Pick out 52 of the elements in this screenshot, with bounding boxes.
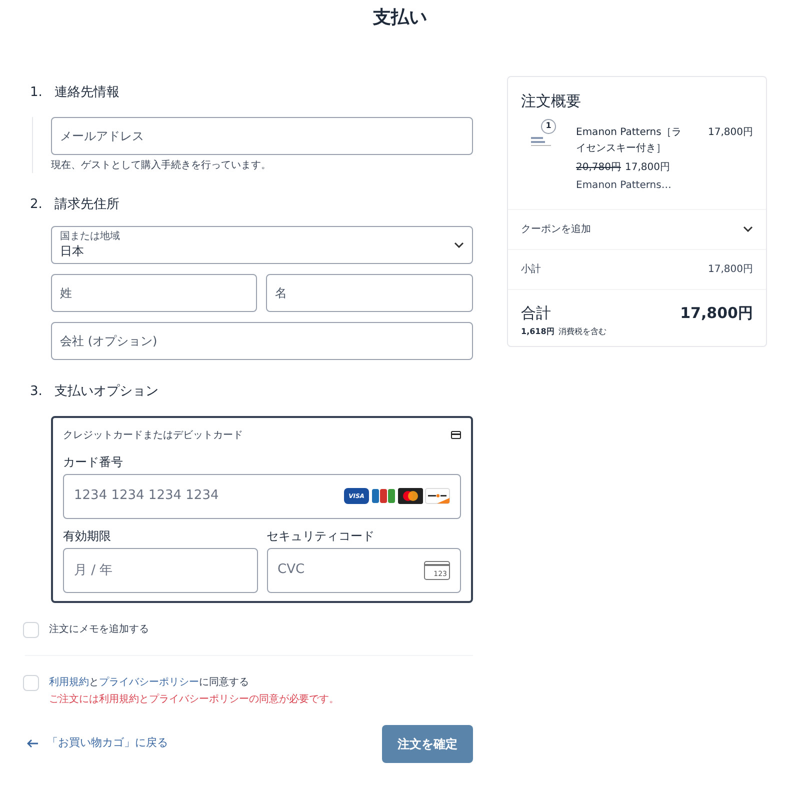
- card-number-label: カード番号: [63, 454, 124, 470]
- original-price: 20,780円: [576, 160, 621, 174]
- security-code-label: セキュリティコード: [266, 528, 376, 544]
- policy-link[interactable]: 利用規約: [49, 676, 89, 688]
- email-field[interactable]: メールアドレス: [51, 116, 473, 154]
- section-heading: 請求先住所: [54, 196, 120, 214]
- arrow-left-icon: [27, 739, 39, 748]
- total-label: 合計: [521, 302, 551, 324]
- payment-method-label: クレジットカードまたはデビットカード: [63, 428, 243, 442]
- summary-title: 注文概要: [521, 91, 582, 112]
- coupon-toggle[interactable]: クーポンを追加: [508, 208, 766, 248]
- step-number: 1.: [30, 84, 42, 102]
- policy-link[interactable]: プライバシーポリシー: [99, 676, 199, 688]
- subtotal-label: 小計: [521, 262, 541, 276]
- cvc-placeholder: CVC: [278, 561, 305, 580]
- first-name-field[interactable]: 名: [266, 274, 473, 312]
- checkbox[interactable]: [23, 674, 39, 690]
- country-label: 国または地域: [60, 231, 120, 244]
- back-to-cart-link[interactable]: 「お買い物カゴ」に戻る: [27, 735, 168, 752]
- total-value: 17,800円: [680, 302, 753, 324]
- line-total: 17,800円: [708, 126, 753, 140]
- terms-error: ご注文には利用規約とプライバシーポリシーの同意が必要です。: [49, 692, 339, 706]
- order-note-label: 注文にメモを追加する: [49, 622, 149, 637]
- terms-agreement: 利用規約と プライバシーポリシーに同意する: [49, 676, 250, 690]
- product-name: Emanon Patterns［ライセンスキー付き］: [576, 126, 682, 156]
- place-order-button[interactable]: 注文を確定: [382, 724, 473, 762]
- mastercard-logo-icon: [398, 488, 423, 504]
- product-description: Emanon Patterns…: [576, 178, 672, 192]
- card-logo-icon: [425, 488, 450, 504]
- sale-price: 17,800円: [625, 160, 670, 174]
- step-number: 2.: [30, 196, 42, 214]
- chevron-down-icon: [743, 226, 753, 232]
- page-title: 支払い: [372, 6, 428, 30]
- section-heading: 連絡先情報: [54, 84, 120, 102]
- expiry-field[interactable]: 月 / 年: [63, 548, 258, 592]
- card-logo-icon: [371, 488, 396, 504]
- tax-label: 消費税を含む: [558, 326, 606, 338]
- country-value: 日本: [60, 244, 85, 259]
- checkbox[interactable]: [23, 622, 39, 638]
- quantity-badge: 1: [541, 118, 556, 134]
- chevron-down-icon: [454, 242, 464, 248]
- guest-note: 現在、ゲストとして購入手続きを行っています。: [51, 158, 272, 172]
- expiry-label: 有効期限: [63, 528, 112, 544]
- step-number: 3.: [30, 383, 42, 401]
- last-name-field[interactable]: 姓: [51, 274, 257, 312]
- country-select[interactable]: 国または地域 日本: [51, 226, 473, 264]
- tax-amount: 1,618円: [521, 326, 554, 338]
- company-field[interactable]: 会社 (オプション): [51, 322, 473, 360]
- card-number-placeholder: 1234 1234 1234 1234: [74, 487, 219, 506]
- credit-card-icon: [451, 431, 461, 439]
- subtotal-value: 17,800円: [708, 262, 753, 276]
- section-heading: 支払いオプション: [54, 383, 158, 401]
